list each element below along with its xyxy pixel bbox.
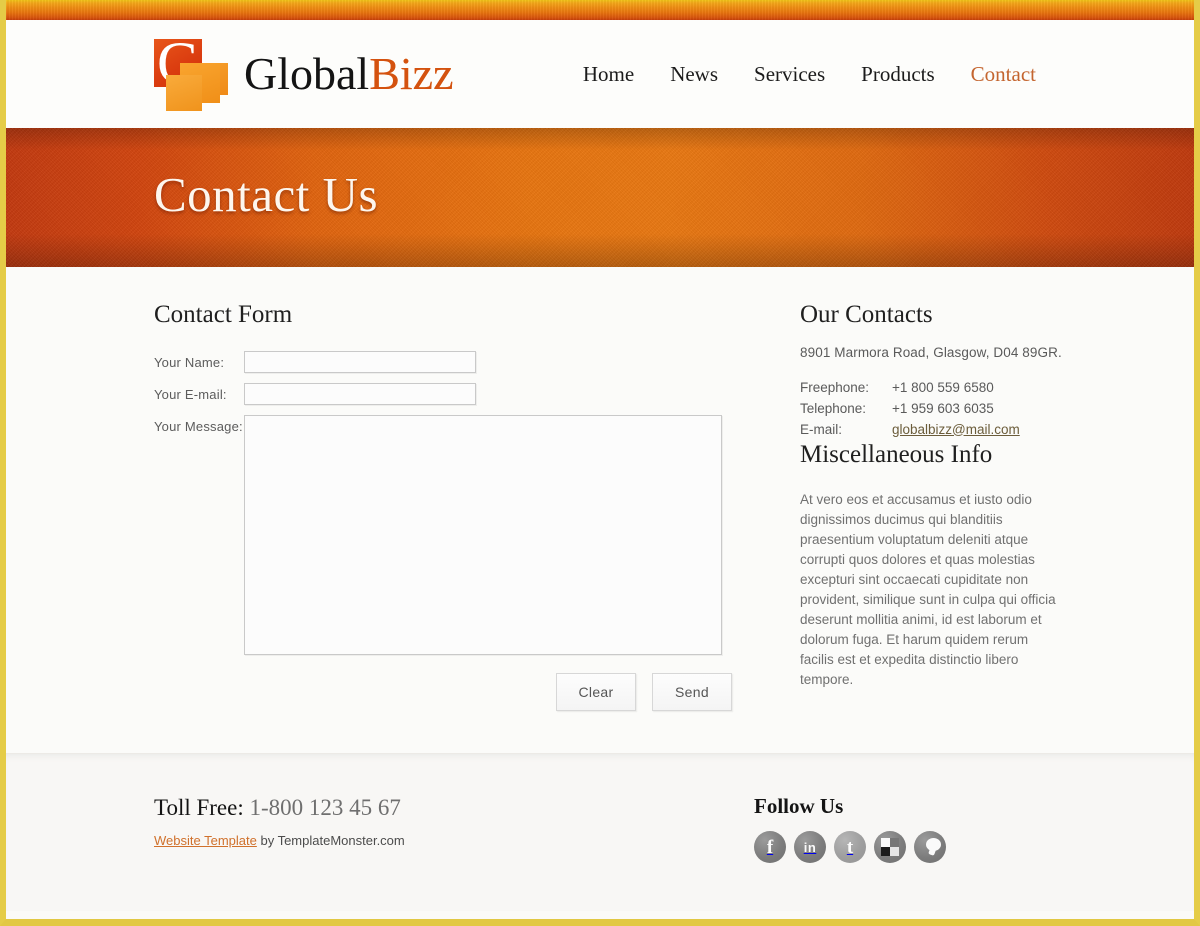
delicious-glyph: [881, 838, 899, 856]
facebook-icon[interactable]: f: [754, 831, 786, 863]
contact-form-heading: Contact Form: [154, 301, 293, 328]
site-footer: Toll Free: 1-800 123 45 67 Website Templ…: [6, 753, 1194, 911]
email-label: E-mail:: [800, 421, 843, 437]
website-template-link[interactable]: Website Template: [154, 833, 257, 848]
contact-row-email: E-mail: globalbizz@mail.com: [800, 420, 1062, 440]
nav-item-home[interactable]: Home: [565, 58, 652, 91]
linkedin-icon[interactable]: in: [794, 831, 826, 863]
top-decorative-strip: [6, 0, 1194, 20]
form-row-message: Your Message:: [154, 414, 754, 655]
linkedin-glyph: in: [803, 839, 817, 855]
message-field-label: Your Message:: [154, 418, 243, 434]
delicious-icon[interactable]: [874, 831, 906, 863]
logo-word-bizz: Bizz: [369, 48, 454, 99]
contact-details-list: Freephone: +1 800 559 6580 Telephone: +1…: [800, 378, 1062, 440]
contacts-column: Our Contacts 8901 Marmora Road, Glasgow,…: [800, 301, 1062, 711]
follow-us-heading: Follow Us: [754, 794, 844, 818]
main-navigation: Home News Services Products Contact: [565, 58, 1054, 91]
logo-link[interactable]: G GlobalBizz: [150, 33, 454, 111]
page-frame: G GlobalBizz Home News Services Products…: [0, 0, 1200, 926]
nav-item-products[interactable]: Products: [843, 58, 953, 91]
contact-form: Your Name: Your E-mail: Your Message: Cl…: [154, 350, 754, 711]
telephone-label: Telephone:: [800, 400, 867, 416]
telephone-value: +1 959 603 6035: [892, 400, 994, 416]
social-links: f in t: [754, 831, 1054, 863]
toll-free-label: Toll Free:: [154, 795, 244, 820]
address-line: 8901 Marmora Road, Glasgow, D04 89GR.: [800, 344, 1062, 360]
nav-item-contact[interactable]: Contact: [953, 58, 1054, 91]
footer-credit-rest: by TemplateMonster.com: [256, 833, 405, 848]
page-banner: Contact Us: [6, 128, 1194, 267]
messenger-icon[interactable]: [914, 831, 946, 863]
nav-item-news[interactable]: News: [652, 58, 736, 91]
misc-info-body: At vero eos et accusamus et iusto odio d…: [800, 492, 1056, 687]
messenger-glyph: [920, 837, 941, 857]
page-title: Contact Us: [154, 167, 379, 222]
contact-row-telephone: Telephone: +1 959 603 6035: [800, 399, 1062, 419]
clear-button[interactable]: Clear: [556, 672, 636, 711]
footer-right-column: Follow Us f in t: [754, 796, 1054, 863]
logo-wordmark: GlobalBizz: [244, 51, 454, 97]
twitter-glyph: t: [846, 836, 854, 858]
form-row-email: Your E-mail:: [154, 382, 754, 405]
contact-form-column: Contact Form Your Name: Your E-mail: You…: [154, 301, 754, 711]
email-field-label: Your E-mail:: [154, 386, 227, 402]
our-contacts-heading: Our Contacts: [800, 301, 933, 328]
send-button[interactable]: Send: [652, 672, 732, 711]
email-input[interactable]: [244, 382, 476, 405]
name-input[interactable]: [244, 350, 476, 373]
misc-info-heading: Miscellaneous Info: [800, 440, 993, 468]
nav-item-services[interactable]: Services: [736, 58, 843, 91]
form-actions: Clear Send: [154, 672, 732, 711]
freephone-label: Freephone:: [800, 379, 870, 395]
form-row-name: Your Name:: [154, 350, 754, 373]
footer-credit: Website Template by TemplateMonster.com: [154, 833, 754, 848]
message-textarea[interactable]: [244, 414, 722, 655]
email-link[interactable]: globalbizz@mail.com: [892, 420, 1020, 440]
name-field-label: Your Name:: [154, 354, 225, 370]
contact-row-freephone: Freephone: +1 800 559 6580: [800, 378, 1062, 398]
facebook-glyph: f: [766, 836, 774, 858]
logo-word-global: Global: [244, 48, 370, 99]
globalbizz-logo-icon: G: [150, 33, 228, 111]
site-header: G GlobalBizz Home News Services Products…: [6, 20, 1194, 128]
main-content: Contact Form Your Name: Your E-mail: You…: [6, 267, 1194, 753]
toll-free-line: Toll Free: 1-800 123 45 67: [154, 796, 754, 819]
footer-left-column: Toll Free: 1-800 123 45 67 Website Templ…: [154, 796, 754, 863]
freephone-value: +1 800 559 6580: [892, 379, 994, 395]
twitter-icon[interactable]: t: [834, 831, 866, 863]
toll-free-number: 1-800 123 45 67: [249, 795, 401, 820]
